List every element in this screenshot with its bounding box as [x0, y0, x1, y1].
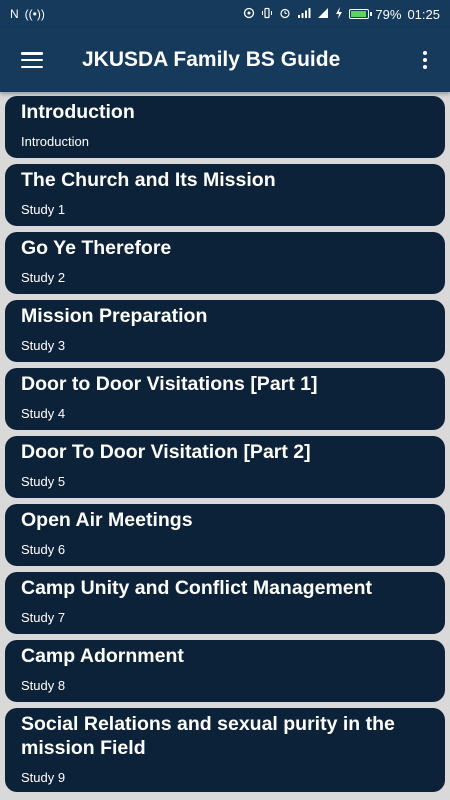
lesson-title: Door To Door Visitation [Part 2]: [21, 441, 311, 463]
signal-icon: [317, 7, 329, 21]
lesson-title: Mission Preparation: [21, 305, 208, 327]
lesson-card[interactable]: Mission Preparation Study 3: [5, 300, 445, 362]
lesson-title: The Church and Its Mission: [21, 169, 276, 191]
nfc-icon: [243, 7, 255, 21]
lesson-subtitle: Study 9: [21, 770, 66, 785]
lesson-list: Introduction Introduction The Church and…: [5, 96, 445, 792]
battery-icon: [349, 9, 373, 19]
lesson-card[interactable]: Open Air Meetings Study 6: [5, 504, 445, 566]
lesson-card[interactable]: Camp Adornment Study 8: [5, 640, 445, 702]
lesson-subtitle: Study 1: [21, 202, 66, 217]
status-bar: N ((•)) 79% 01:25: [0, 0, 450, 28]
lesson-title: Camp Adornment: [21, 645, 184, 667]
menu-button[interactable]: [0, 28, 64, 92]
lesson-card[interactable]: Social Relations and sexual purity in th…: [5, 708, 445, 792]
battery-level: [351, 11, 366, 17]
hamburger-menu-icon: [21, 52, 43, 68]
hotspot-icon: ((•)): [24, 7, 45, 21]
lesson-title: Social Relations and sexual purity in th…: [21, 713, 395, 759]
charging-icon: [335, 7, 343, 21]
clock: 01:25: [407, 6, 440, 22]
lesson-title: Introduction: [21, 101, 135, 123]
overflow-menu-button[interactable]: [400, 28, 450, 92]
lesson-card[interactable]: Door to Door Visitations [Part 1] Study …: [5, 368, 445, 430]
lesson-title: Go Ye Therefore: [21, 237, 172, 259]
lesson-title: Camp Unity and Conflict Management: [21, 577, 373, 599]
more-vertical-icon: [423, 51, 427, 69]
lesson-subtitle: Introduction: [21, 134, 89, 149]
lesson-card[interactable]: The Church and Its Mission Study 1: [5, 164, 445, 226]
lesson-subtitle: Study 3: [21, 338, 66, 353]
lesson-subtitle: Study 2: [21, 270, 66, 285]
lesson-card[interactable]: Go Ye Therefore Study 2: [5, 232, 445, 294]
signal-4g-icon: [297, 7, 311, 21]
alarm-icon: [279, 7, 291, 21]
lesson-card[interactable]: Introduction Introduction: [5, 96, 445, 158]
lesson-card[interactable]: Camp Unity and Conflict Management Study…: [5, 572, 445, 634]
vibrate-icon: [261, 7, 273, 21]
lesson-subtitle: Study 6: [21, 542, 66, 557]
app-bar: JKUSDA Family BS Guide: [0, 28, 450, 92]
app-title: JKUSDA Family BS Guide: [82, 48, 341, 71]
lesson-subtitle: Study 5: [21, 474, 66, 489]
notification-n-icon: N: [10, 7, 19, 21]
lesson-title: Door to Door Visitations [Part 1]: [21, 373, 318, 395]
status-right-icons: 79% 01:25: [243, 7, 440, 22]
battery-percent: 79%: [375, 6, 402, 22]
lesson-subtitle: Study 7: [21, 610, 66, 625]
lesson-subtitle: Study 4: [21, 406, 66, 421]
lesson-subtitle: Study 8: [21, 678, 66, 693]
lesson-card[interactable]: Door To Door Visitation [Part 2] Study 5: [5, 436, 445, 498]
lesson-title: Open Air Meetings: [21, 509, 193, 531]
status-left-icons: N ((•)): [10, 8, 45, 20]
